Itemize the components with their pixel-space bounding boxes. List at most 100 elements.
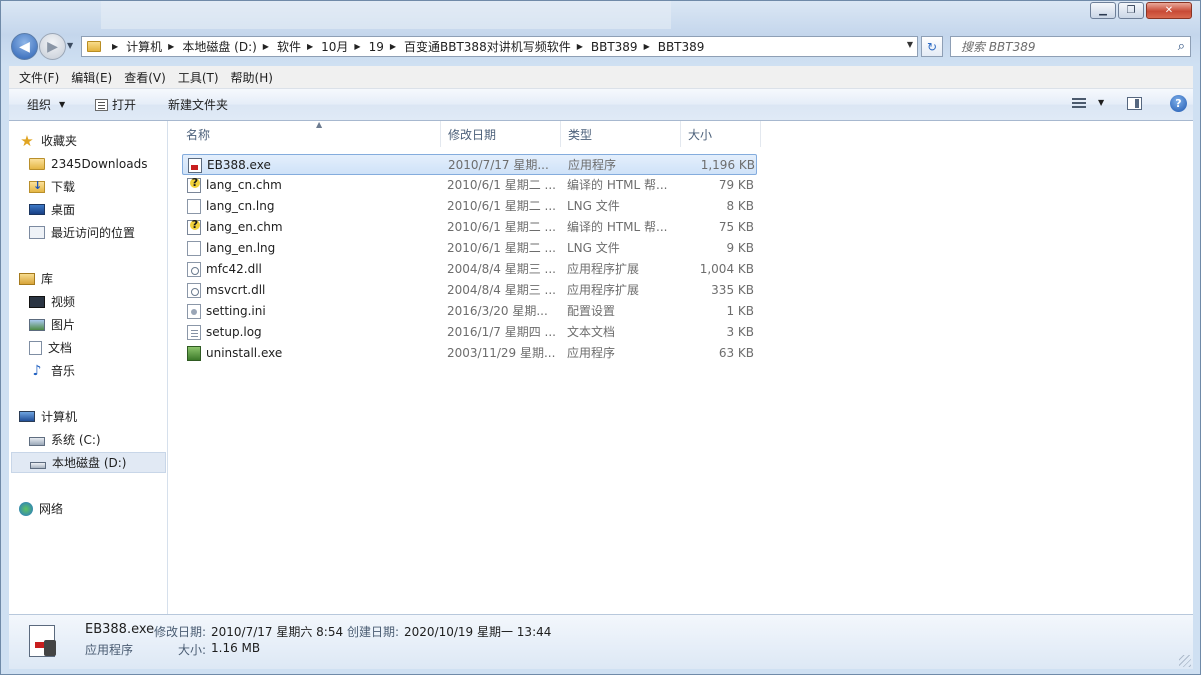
file-row[interactable]: lang_en.chm 2010/6/1 星期二 ... 编译的 HTML 帮.… xyxy=(182,217,757,238)
file-icon xyxy=(187,241,201,256)
chevron-right-icon[interactable]: ▶ xyxy=(390,42,396,51)
nav-computer[interactable]: 计算机 xyxy=(19,406,177,427)
help-icon[interactable]: ? xyxy=(1170,95,1187,112)
search-box: ⌕ xyxy=(950,36,1191,57)
dll-icon xyxy=(187,262,201,277)
details-modified-value: 2010/7/17 星期六 8:54 xyxy=(211,625,344,639)
breadcrumb-item[interactable]: 10月 xyxy=(321,38,348,55)
chevron-right-icon[interactable]: ▶ xyxy=(112,42,118,51)
nav-item-drive-d[interactable]: 本地磁盘 (D:) xyxy=(11,452,166,473)
breadcrumb: ▶ 计算机 ▶ 本地磁盘 (D:) ▶ 软件 ▶ 10月 ▶ 19 ▶ 百变通B… xyxy=(106,38,704,55)
breadcrumb-item[interactable]: 计算机 xyxy=(126,38,162,55)
nav-item-videos[interactable]: 视频 xyxy=(29,291,187,312)
search-icon[interactable]: ⌕ xyxy=(1178,39,1185,54)
column-header-size[interactable]: 大小 xyxy=(681,121,761,147)
video-library-icon xyxy=(29,295,45,308)
breadcrumb-item[interactable]: BBT389 xyxy=(591,40,638,54)
organize-label: 组织 xyxy=(27,98,52,112)
new-folder-button[interactable]: 新建文件夹 xyxy=(168,96,228,113)
nav-item-2345downloads[interactable]: 2345Downloads xyxy=(29,153,187,174)
change-view-icon[interactable] xyxy=(1072,98,1086,109)
file-name: lang_en.lng xyxy=(206,241,276,255)
chevron-right-icon[interactable]: ▶ xyxy=(263,42,269,51)
refresh-icon: ↻ xyxy=(926,39,938,54)
file-row[interactable]: lang_cn.chm 2010/6/1 星期二 ... 编译的 HTML 帮.… xyxy=(182,175,757,196)
column-label: 类型 xyxy=(568,127,593,142)
file-type: 应用程序扩展 xyxy=(567,262,640,276)
maximize-button[interactable]: ❐ xyxy=(1118,2,1144,19)
file-size: 3 KB xyxy=(726,325,754,339)
file-type: 应用程序 xyxy=(568,158,617,172)
nav-item-pictures[interactable]: 图片 xyxy=(29,314,187,335)
file-name: EB388.exe xyxy=(207,158,271,172)
file-row[interactable]: setting.ini 2016/3/20 星期... 配置设置 1 KB xyxy=(182,301,757,322)
nav-label: 下载 xyxy=(51,180,76,194)
nav-item-desktop[interactable]: 桌面 xyxy=(29,199,187,220)
organize-button[interactable]: 组织 ▼ xyxy=(27,96,65,113)
column-header-date[interactable]: 修改日期 xyxy=(441,121,561,147)
chevron-right-icon[interactable]: ▶ xyxy=(577,42,583,51)
minimize-button[interactable]: ▁ xyxy=(1090,2,1116,19)
file-size: 79 KB xyxy=(718,178,754,192)
recent-pages-dropdown[interactable]: ▼ xyxy=(67,41,73,50)
file-row[interactable]: EB388.exe 2010/7/17 星期... 应用程序 1,196 KB xyxy=(182,154,757,175)
file-row[interactable]: lang_en.lng 2010/6/1 星期二 ... LNG 文件 9 KB xyxy=(182,238,757,259)
resize-grip[interactable] xyxy=(1179,655,1191,667)
file-size: 1 KB xyxy=(726,304,754,318)
explorer-window: ▁ ❐ ✕ ◀ ▶ ▼ ▶ 计算机 ▶ 本地磁盘 (D:) ▶ 软件 ▶ 10月… xyxy=(0,0,1201,675)
file-name: lang_en.chm xyxy=(206,220,283,234)
nav-network[interactable]: 网络 xyxy=(19,498,177,519)
address-history-dropdown[interactable]: ▼ xyxy=(907,40,913,49)
column-header-name[interactable]: 名称 ▲ xyxy=(179,120,441,147)
menu-help[interactable]: 帮助(H) xyxy=(231,69,273,86)
breadcrumb-item[interactable]: 19 xyxy=(369,40,384,54)
menu-tools[interactable]: 工具(T) xyxy=(178,69,219,86)
address-bar[interactable]: ▶ 计算机 ▶ 本地磁盘 (D:) ▶ 软件 ▶ 10月 ▶ 19 ▶ 百变通B… xyxy=(81,36,918,57)
file-row[interactable]: uninstall.exe 2003/11/29 星期... 应用程序 63 K… xyxy=(182,343,757,364)
nav-item-recent-places[interactable]: 最近访问的位置 xyxy=(29,222,187,243)
menu-edit[interactable]: 编辑(E) xyxy=(71,69,112,86)
menu-file[interactable]: 文件(F) xyxy=(19,69,59,86)
chevron-right-icon[interactable]: ▶ xyxy=(644,42,650,51)
file-type: 文本文档 xyxy=(567,325,616,339)
file-row[interactable]: mfc42.dll 2004/8/4 星期三 ... 应用程序扩展 1,004 … xyxy=(182,259,757,280)
nav-item-downloads[interactable]: 下载 xyxy=(29,176,187,197)
preview-pane-icon[interactable] xyxy=(1127,97,1142,110)
file-name: setting.ini xyxy=(206,304,266,318)
breadcrumb-item[interactable]: BBT389 xyxy=(658,40,705,54)
file-row[interactable]: lang_cn.lng 2010/6/1 星期二 ... LNG 文件 8 KB xyxy=(182,196,757,217)
file-date: 2016/1/7 星期四 ... xyxy=(447,325,556,339)
nav-libraries[interactable]: 库 xyxy=(19,268,177,289)
column-header-type[interactable]: 类型 xyxy=(561,121,681,147)
nav-favorites[interactable]: ★ 收藏夹 xyxy=(19,130,177,151)
search-input[interactable] xyxy=(959,38,1163,55)
file-name: uninstall.exe xyxy=(206,346,283,360)
file-type: 编译的 HTML 帮... xyxy=(567,220,668,234)
system-drive-icon xyxy=(29,437,45,446)
breadcrumb-item[interactable]: 本地磁盘 (D:) xyxy=(182,38,256,55)
menu-view[interactable]: 查看(V) xyxy=(124,69,166,86)
chevron-right-icon[interactable]: ▶ xyxy=(168,42,174,51)
refresh-button[interactable]: ↻ xyxy=(921,36,943,57)
file-row[interactable]: setup.log 2016/1/7 星期四 ... 文本文档 3 KB xyxy=(182,322,757,343)
breadcrumb-item[interactable]: 软件 xyxy=(277,38,301,55)
close-icon: ✕ xyxy=(1164,5,1174,16)
breadcrumb-item[interactable]: 百变通BBT388对讲机写频软件 xyxy=(404,38,571,55)
close-button[interactable]: ✕ xyxy=(1146,2,1192,19)
chevron-right-icon[interactable]: ▶ xyxy=(307,42,313,51)
forward-button[interactable]: ▶ xyxy=(39,33,66,60)
nav-label: 系统 (C:) xyxy=(51,433,101,447)
file-row[interactable]: msvcrt.dll 2004/8/4 星期三 ... 应用程序扩展 335 K… xyxy=(182,280,757,301)
chevron-right-icon[interactable]: ▶ xyxy=(354,42,360,51)
nav-item-drive-c[interactable]: 系统 (C:) xyxy=(29,429,187,450)
view-options-dropdown[interactable]: ▼ xyxy=(1098,98,1104,107)
title-bar xyxy=(101,1,671,29)
new-folder-label: 新建文件夹 xyxy=(168,98,229,112)
file-type: 编译的 HTML 帮... xyxy=(567,178,668,192)
file-type: 配置设置 xyxy=(567,304,616,318)
sort-ascending-icon: ▲ xyxy=(316,120,323,129)
nav-item-documents[interactable]: 文档 xyxy=(29,337,187,358)
open-button[interactable]: 打开 xyxy=(95,96,136,113)
back-button[interactable]: ◀ xyxy=(11,33,38,60)
nav-item-music[interactable]: ♪ 音乐 xyxy=(29,360,187,381)
